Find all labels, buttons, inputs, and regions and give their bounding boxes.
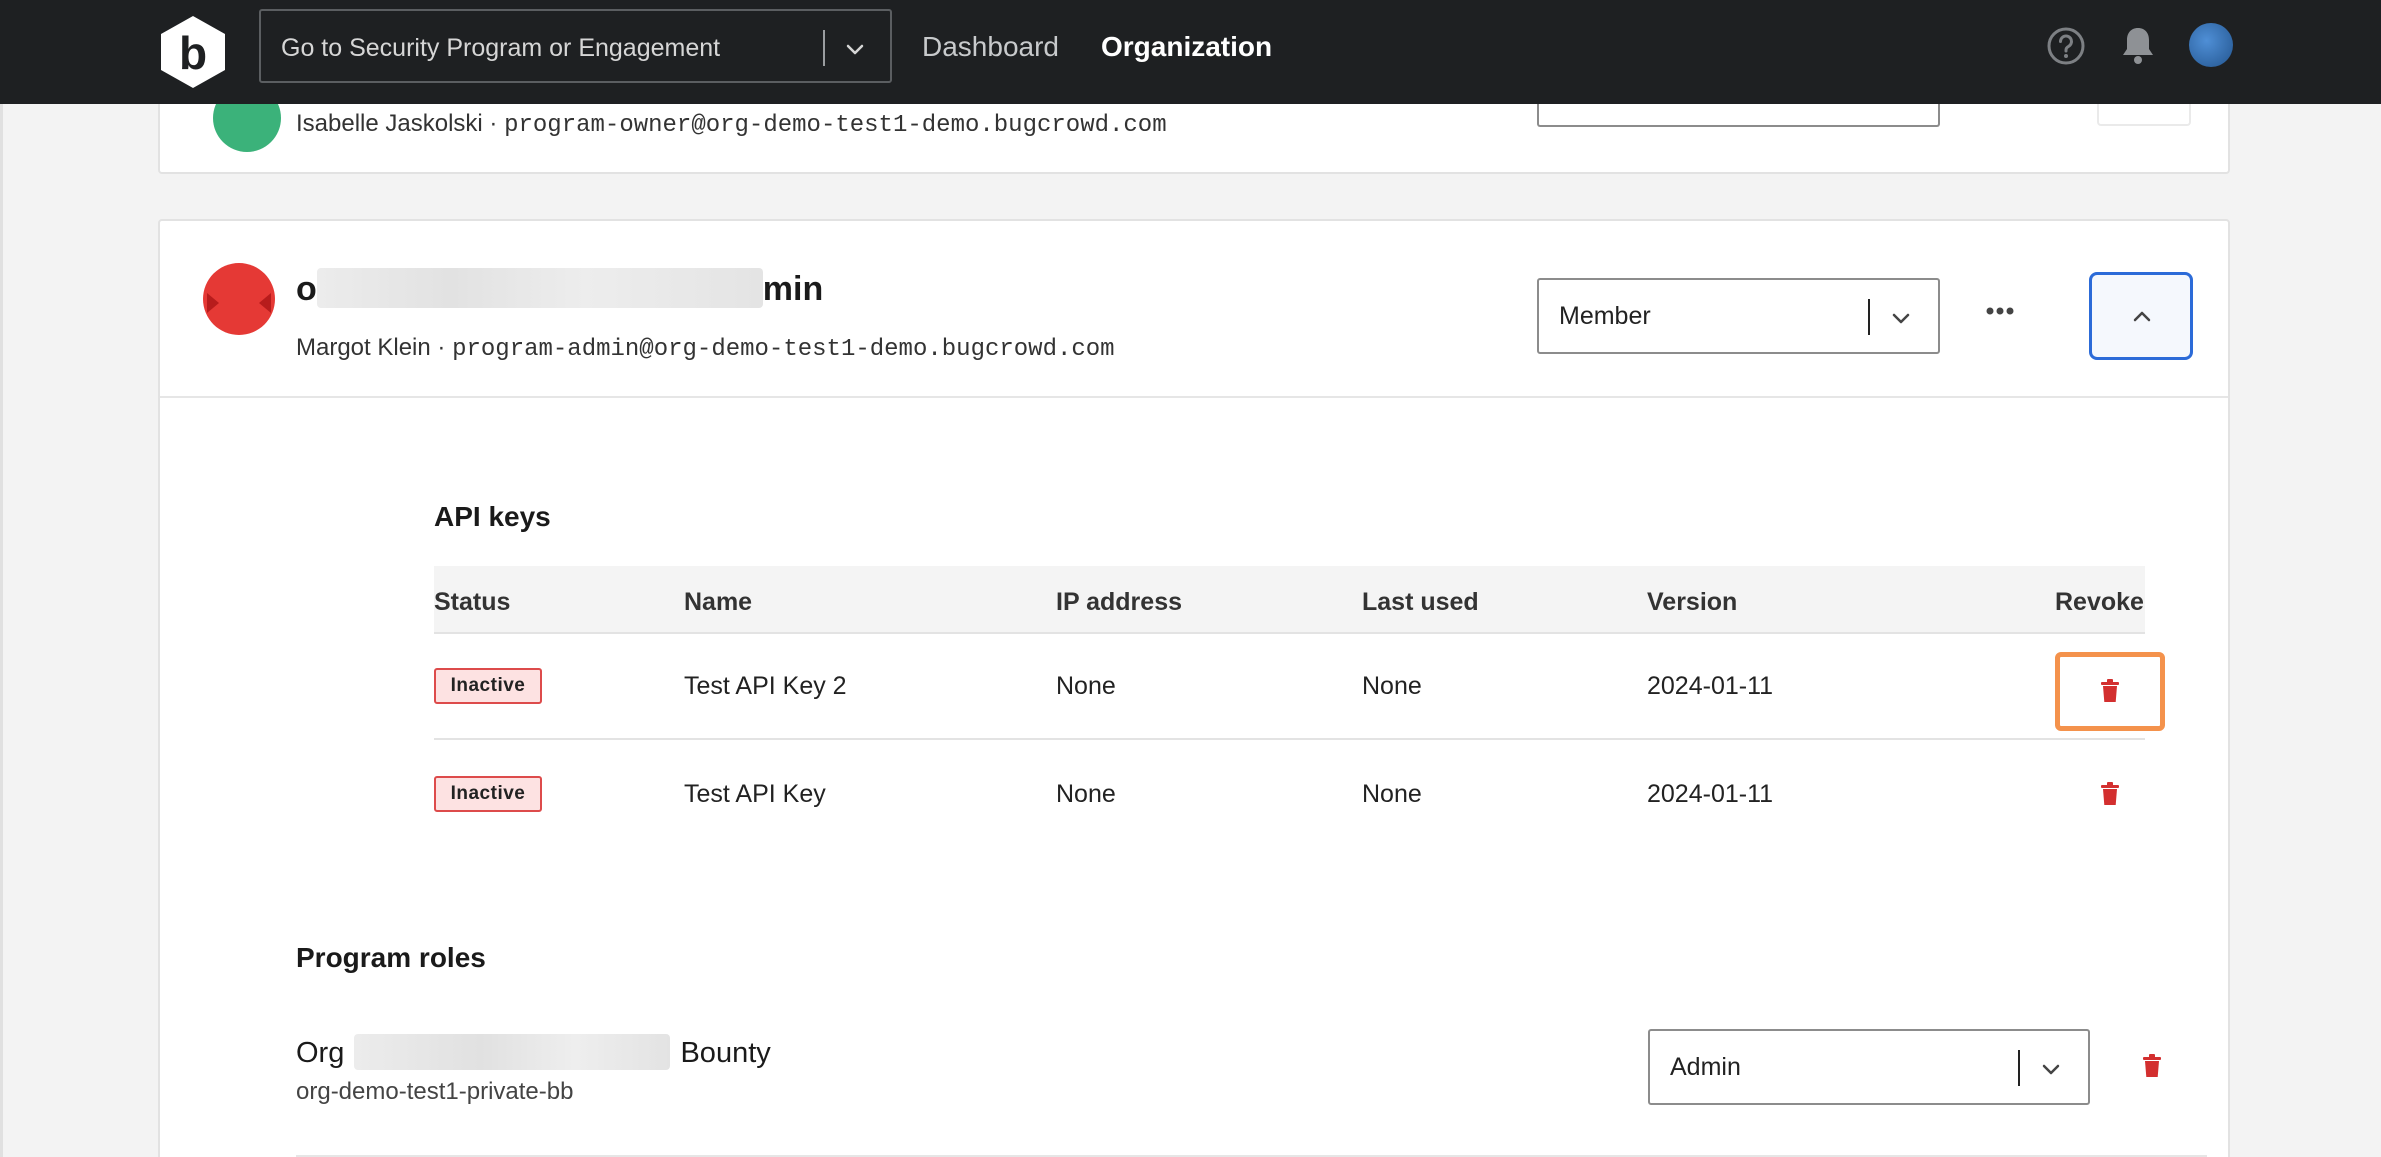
- member-card-program-admin: o min Margot Klein · program-admin@org-de…: [158, 219, 2230, 1157]
- member-name: Isabelle Jaskolski: [296, 110, 483, 137]
- left-border: [0, 0, 3, 1157]
- page: b Go to Security Program or Engagement D…: [0, 0, 2381, 1157]
- expand-button[interactable]: [2097, 104, 2191, 126]
- program-name-start: Org: [296, 1037, 345, 1069]
- api-key-last-used: None: [1362, 672, 1422, 700]
- column-header-revoke: Revoke: [2055, 588, 2144, 616]
- dot-separator: ·: [489, 110, 498, 137]
- redacted-text: [316, 268, 763, 308]
- bugcrowd-logo-icon[interactable]: b: [155, 14, 231, 90]
- api-key-name: Test API Key 2: [684, 672, 847, 700]
- column-header-status: Status: [434, 588, 511, 616]
- member-subtitle: Margot Klein · program-admin@org-demo-te…: [296, 334, 1115, 363]
- status-badge: Inactive: [434, 776, 542, 812]
- api-key-version: 2024-01-11: [1647, 780, 1774, 808]
- bell-icon[interactable]: [2118, 24, 2158, 66]
- trash-icon[interactable]: [2100, 679, 2120, 703]
- program-name-end: Bounty: [680, 1037, 771, 1069]
- api-key-ip: None: [1056, 780, 1116, 808]
- table-header: Status Name IP address Last used Version…: [434, 566, 2145, 634]
- program-role-select[interactable]: Admin: [1648, 1029, 2090, 1105]
- table-row: Inactive Test API Key None None 2024-01-…: [434, 742, 2145, 848]
- collapse-button[interactable]: [2089, 272, 2193, 360]
- logo-letter: b: [179, 27, 207, 79]
- column-header-last-used: Last used: [1362, 588, 1479, 616]
- trash-icon[interactable]: [2142, 1054, 2162, 1078]
- nav-link-dashboard[interactable]: Dashboard: [922, 31, 1059, 63]
- member-email: program-owner@org-demo-test1-demo.bugcro…: [504, 112, 1167, 139]
- program-slug: org-demo-test1-private-bb: [296, 1078, 574, 1105]
- role-select-value: Member: [1559, 302, 1651, 330]
- table-row: Inactive Test API Key 2 None None 2024-0…: [434, 634, 2145, 740]
- role-select-value: Admin: [1670, 1053, 1741, 1081]
- member-username: o min: [296, 268, 823, 309]
- column-header-ip-address: IP address: [1056, 588, 1183, 616]
- status-badge: Inactive: [434, 668, 542, 704]
- api-keys-title: API keys: [434, 501, 551, 532]
- api-key-version: 2024-01-11: [1647, 672, 1774, 700]
- more-icon[interactable]: [1972, 300, 2028, 322]
- select-separator: [2018, 1050, 2020, 1086]
- api-key-name: Test API Key: [684, 780, 826, 808]
- member-role-select[interactable]: Member: [1537, 278, 1940, 354]
- select-separator: [823, 30, 825, 66]
- user-avatar[interactable]: [2189, 23, 2233, 67]
- trash-icon[interactable]: [2100, 782, 2120, 806]
- program-search-select[interactable]: Go to Security Program or Engagement: [259, 9, 892, 83]
- username-start: o: [296, 270, 317, 308]
- member-subtitle: Isabelle Jaskolski · program-owner@org-d…: [296, 110, 1167, 139]
- redacted-text: [354, 1034, 671, 1070]
- api-key-last-used: None: [1362, 780, 1422, 808]
- search-placeholder: Go to Security Program or Engagement: [281, 34, 721, 62]
- dot-separator: ·: [437, 334, 446, 361]
- top-navigation-bar: b Go to Security Program or Engagement D…: [0, 0, 2381, 104]
- member-card-header: o min Margot Klein · program-admin@org-de…: [160, 221, 2228, 398]
- member-name: Margot Klein: [296, 334, 431, 361]
- chevron-up-icon: [2133, 311, 2151, 322]
- nav-link-organization[interactable]: Organization: [1101, 31, 1272, 63]
- select-separator: [1868, 299, 1870, 335]
- help-circle-icon[interactable]: [2046, 26, 2086, 66]
- api-key-ip: None: [1056, 672, 1116, 700]
- avatar: [203, 263, 275, 335]
- role-select[interactable]: [1537, 100, 1940, 127]
- column-header-name: Name: [684, 588, 753, 616]
- program-roles-title: Program roles: [296, 942, 486, 973]
- chevron-down-icon[interactable]: [843, 37, 867, 61]
- username-end: min: [762, 270, 824, 308]
- chevron-down-icon[interactable]: [2039, 1057, 2063, 1081]
- member-email: program-admin@org-demo-test1-demo.bugcro…: [452, 336, 1115, 363]
- program-name: Org Bounty: [296, 1034, 771, 1070]
- chevron-down-icon[interactable]: [1889, 306, 1913, 330]
- column-header-version: Version: [1647, 588, 1738, 616]
